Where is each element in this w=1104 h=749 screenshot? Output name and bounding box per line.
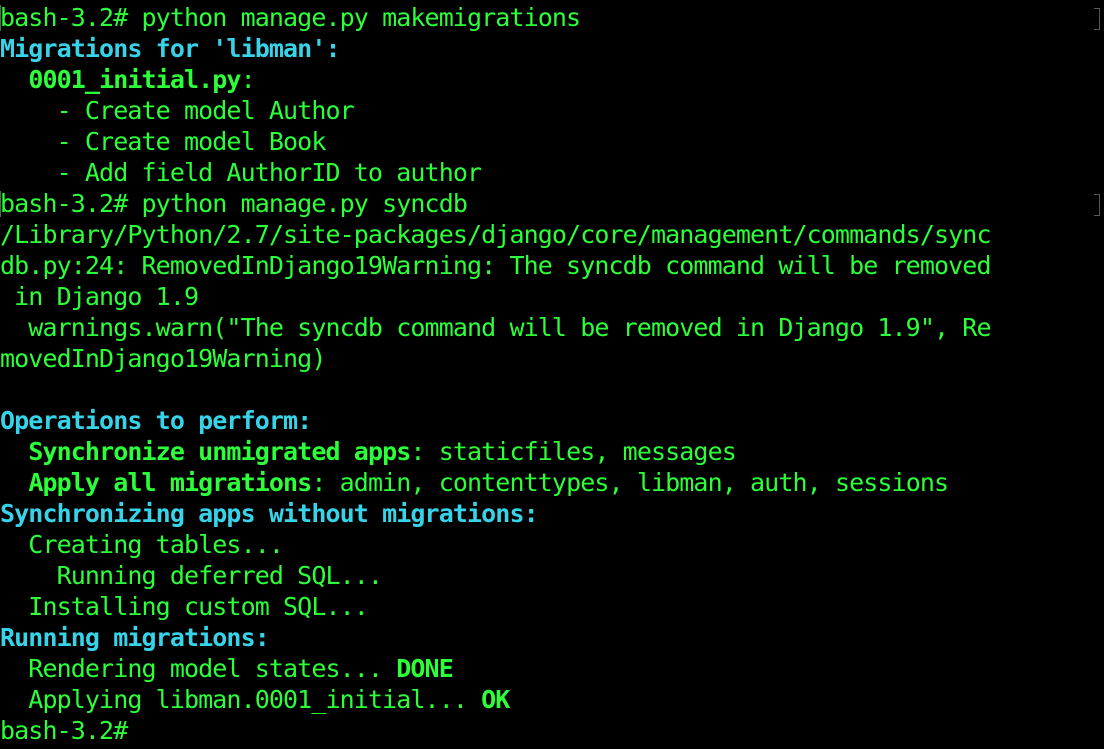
terminal-output-line: bash-3.2# xyxy=(0,715,1104,746)
terminal-text: - Create model Book xyxy=(0,127,327,156)
terminal-text: Operations to perform: xyxy=(0,406,312,435)
terminal-text: : admin, contenttypes, libman, auth, ses… xyxy=(311,468,949,497)
terminal-output-line: movedInDjango19Warning) xyxy=(0,343,1104,374)
terminal-output-line: Migrations for 'libman': xyxy=(0,33,1104,64)
terminal-output-line: Running deferred SQL... xyxy=(0,560,1104,591)
terminal-text: bash-3.2# python manage.py makemigration… xyxy=(0,3,581,32)
terminal-output-line: db.py:24: RemovedInDjango19Warning: The … xyxy=(0,250,1104,281)
terminal-text: db.py:24: RemovedInDjango19Warning: The … xyxy=(0,251,991,280)
terminal-output-line: - Add field AuthorID to author xyxy=(0,157,1104,188)
terminal-output-line: Running migrations: xyxy=(0,622,1104,653)
terminal-text: Rendering model states... xyxy=(0,654,397,683)
terminal-output-line: Installing custom SQL... xyxy=(0,591,1104,622)
terminal-text: bash-3.2# python manage.py syncdb xyxy=(0,189,468,218)
terminal-text: Apply all migrations xyxy=(28,468,312,497)
terminal-output-line: warnings.warn("The syncdb command will b… xyxy=(0,312,1104,343)
terminal-output-line: Synchronize unmigrated apps: staticfiles… xyxy=(0,436,1104,467)
terminal-text: Synchronize unmigrated apps xyxy=(28,437,411,466)
terminal-text: Installing custom SQL... xyxy=(0,592,369,621)
terminal-output-line: - Create model Book xyxy=(0,126,1104,157)
terminal-text: Synchronizing apps without migrations: xyxy=(0,499,539,528)
terminal-text: /Library/Python/2.7/site-packages/django… xyxy=(0,220,991,249)
terminal-output-line: Synchronizing apps without migrations: xyxy=(0,498,1104,529)
terminal-text: bash-3.2# xyxy=(0,716,128,745)
terminal-text: - Create model Author xyxy=(0,96,355,125)
terminal-text: Creating tables... xyxy=(0,530,284,559)
terminal-output-line: Applying libman.0001_initial... OK xyxy=(0,684,1104,715)
terminal-command-line: bash-3.2# python manage.py makemigration… xyxy=(0,2,1104,33)
terminal-text: Running deferred SQL... xyxy=(0,561,383,590)
terminal-text: movedInDjango19Warning) xyxy=(0,344,326,373)
terminal-text: DONE xyxy=(396,654,454,683)
terminal-output-line: Rendering model states... DONE xyxy=(0,653,1104,684)
terminal-text: : xyxy=(240,65,256,94)
terminal-command-line: bash-3.2# python manage.py syncdb xyxy=(0,188,1104,219)
terminal-output-line: Apply all migrations: admin, contenttype… xyxy=(0,467,1104,498)
terminal-text: : staticfiles, messages xyxy=(410,437,736,466)
terminal-output-line: 0001_initial.py: xyxy=(0,64,1104,95)
terminal-output-line: Operations to perform: xyxy=(0,405,1104,436)
terminal-text: warnings.warn("The syncdb command will b… xyxy=(0,313,991,342)
terminal-output-line: /Library/Python/2.7/site-packages/django… xyxy=(0,219,1104,250)
terminal-text: in Django 1.9 xyxy=(0,282,199,311)
line-mark-icon xyxy=(1094,8,1100,30)
terminal-output-line: in Django 1.9 xyxy=(0,281,1104,312)
terminal-output-line: - Create model Author xyxy=(0,95,1104,126)
terminal-text: Running migrations: xyxy=(0,623,270,652)
terminal-text: OK xyxy=(481,685,510,714)
line-mark-icon xyxy=(1094,194,1100,216)
terminal-text: Migrations for 'libman': xyxy=(0,34,341,63)
terminal-output-line: Creating tables... xyxy=(0,529,1104,560)
terminal-text: Applying libman.0001_initial... xyxy=(0,685,482,714)
terminal-window[interactable]: bash-3.2# python manage.py makemigration… xyxy=(0,0,1104,749)
terminal-text: 0001_initial.py xyxy=(28,65,241,94)
terminal-text: - Add field AuthorID to author xyxy=(0,158,482,187)
